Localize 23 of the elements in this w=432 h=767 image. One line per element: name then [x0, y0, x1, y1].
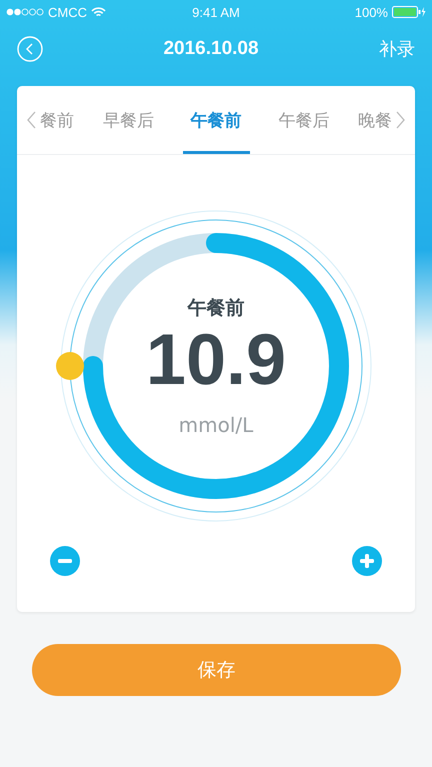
- meal-tab[interactable]: 早餐后: [102, 86, 154, 154]
- minus-icon[interactable]: [50, 546, 80, 576]
- reading-label: 午餐前: [188, 296, 244, 322]
- glucose-value: 10.9: [146, 321, 286, 401]
- chevron-left-icon[interactable]: [27, 111, 36, 129]
- save-button[interactable]: 保存: [32, 644, 401, 696]
- back-icon[interactable]: [17, 36, 43, 62]
- unit-label: mmol/L: [178, 412, 254, 437]
- carrier-name: CMCC: [48, 4, 87, 20]
- dial-handle[interactable]: [56, 352, 84, 380]
- meal-tab[interactable]: 晚餐: [358, 86, 392, 154]
- wifi-icon: [91, 6, 106, 18]
- plus-icon[interactable]: [352, 546, 382, 576]
- meal-tab[interactable]: 午餐后: [278, 86, 330, 154]
- battery-percent: 100%: [354, 4, 388, 20]
- date-title: 2016.10.08: [163, 38, 259, 60]
- signal-icon: [6, 8, 44, 16]
- meal-tab[interactable]: 餐前: [40, 86, 74, 154]
- clock-time: 9:41 AM: [192, 4, 240, 20]
- meal-tab[interactable]: 午餐前: [182, 86, 250, 154]
- add-record-link[interactable]: 补录: [379, 37, 415, 61]
- chevron-right-icon[interactable]: [396, 111, 405, 129]
- battery-icon: [392, 6, 426, 18]
